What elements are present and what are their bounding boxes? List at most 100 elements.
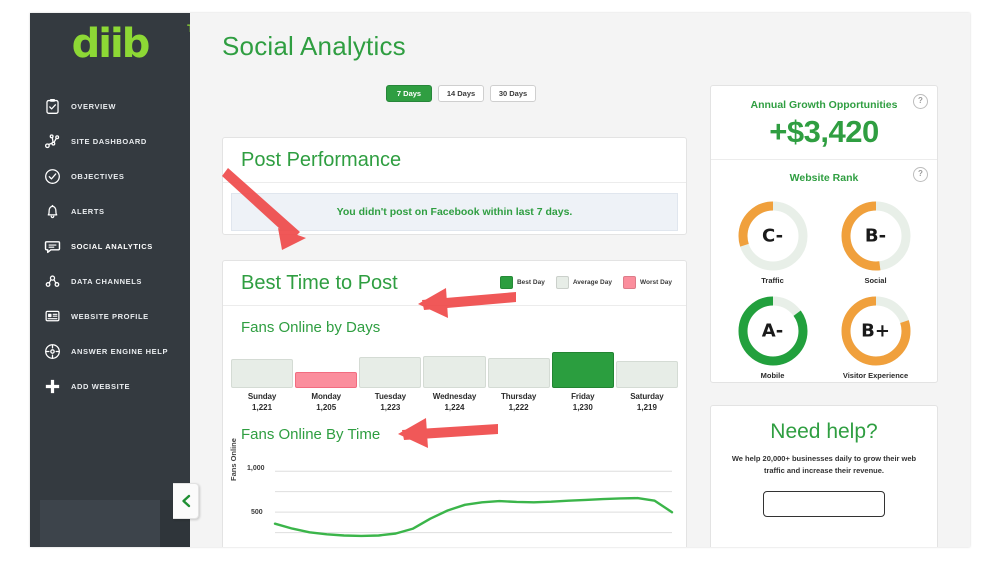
sidebar-item-objectives[interactable]: OBJECTIVES: [30, 159, 190, 194]
main-content: Social Analytics 7 Days 14 Days 30 Days Po…: [190, 13, 970, 547]
post-performance-card: Post Performance You didn't post on Face…: [222, 137, 687, 235]
bar-day-label: Sunday: [247, 392, 277, 401]
bar-column[interactable]: Saturday 1,219: [615, 348, 678, 412]
bar-value-label: 1,230: [572, 403, 593, 412]
logo-text: diib: [71, 21, 151, 67]
sidebar-item-label: ADD WEBSITE: [71, 382, 131, 391]
bar-slot: [359, 348, 422, 388]
need-help-button[interactable]: [763, 491, 885, 517]
gauge-traffic[interactable]: C- Traffic: [721, 194, 824, 285]
question-mark-icon[interactable]: ?: [913, 167, 928, 182]
bar-value-label: 1,223: [380, 403, 401, 412]
gauge-grade: A-: [761, 320, 784, 342]
sidebar-item-answer-engine-help[interactable]: ANSWER ENGINE HELP: [30, 334, 190, 369]
bar-column[interactable]: Sunday 1,221: [231, 348, 294, 412]
sidebar-collapse-button[interactable]: [173, 483, 199, 519]
legend-label: Best Day: [516, 279, 545, 286]
date-range-tabs: 7 Days 14 Days 30 Days: [386, 85, 536, 102]
line-chart-ytick-1000: 1,000: [247, 465, 265, 472]
sidebar-item-label: OVERVIEW: [71, 102, 117, 111]
legend-item-best-day: Best Day: [499, 276, 545, 289]
sidebar-nav: OVERVIEW SITE DASHBOARD OBJECTIVES ALERTS SO…: [30, 89, 190, 404]
best-time-to-post-card: Best Time to Post Best Day Average Day Wor…: [222, 260, 687, 547]
chat-bubble-icon: [43, 237, 62, 256]
sidebar-item-social-analytics[interactable]: SOCIAL ANALYTICS: [30, 229, 190, 264]
bar-thursday: [487, 358, 550, 388]
legend-swatch: [622, 276, 636, 289]
need-help-card: Need help? We help 20,000+ businesses da…: [710, 405, 938, 547]
post-performance-title: Post Performance: [241, 149, 402, 171]
share-nodes-icon: [43, 272, 62, 291]
bar-column[interactable]: Wednesday 1,224: [423, 348, 486, 412]
bar-sunday: [231, 359, 294, 388]
bell-icon: [43, 202, 62, 221]
bar-day-label: Thursday: [501, 392, 537, 401]
sidebar-item-label: WEBSITE PROFILE: [71, 312, 149, 321]
line-chart-svg: [273, 470, 674, 538]
bar-value-label: 1,222: [508, 403, 529, 412]
check-circle-icon: [43, 167, 62, 186]
best-time-title: Best Time to Post: [241, 272, 398, 294]
bar-day-label: Wednesday: [432, 392, 477, 401]
gauge-grade: B-: [864, 225, 887, 247]
logo[interactable]: diib TM: [30, 21, 203, 73]
growth-value: +$3,420: [711, 114, 937, 160]
fans-online-by-days-title: Fans Online by Days: [241, 319, 381, 336]
sidebar-item-overview[interactable]: OVERVIEW: [30, 89, 190, 124]
sidebar-item-label: ANSWER ENGINE HELP: [71, 347, 169, 356]
bar-monday: [295, 372, 358, 388]
post-performance-header: Post Performance: [223, 138, 686, 183]
sidebar-item-website-profile[interactable]: WEBSITE PROFILE: [30, 299, 190, 334]
bar-column[interactable]: Monday 1,205: [295, 348, 358, 412]
sidebar-item-label: SOCIAL ANALYTICS: [71, 242, 153, 251]
fans-online-by-time-title: Fans Online By Time: [241, 426, 381, 443]
bar-column[interactable]: Thursday 1,222: [487, 348, 550, 412]
sidebar-bottom-panel: [40, 500, 160, 547]
page-title: Social Analytics: [222, 31, 406, 61]
plus-icon: [43, 377, 62, 396]
range-tab-7-days[interactable]: 7 Days: [386, 85, 432, 102]
range-tab-14-days[interactable]: 14 Days: [438, 85, 484, 102]
gauge-ring: B+: [834, 289, 918, 373]
bar-column[interactable]: Friday 1,230: [551, 348, 614, 412]
bar-tuesday: [359, 357, 422, 388]
bar-column[interactable]: Tuesday 1,223: [359, 348, 422, 412]
sidebar: diib TM OVERVIEW SITE DASHBOARD OBJECTIVES…: [30, 13, 203, 547]
rank-gauges: C- Traffic B- Social A- Mobile B+ Visitor Exper…: [711, 192, 937, 384]
growth-title: Annual Growth Opportunities: [750, 99, 898, 111]
chevron-left-icon: [181, 494, 190, 508]
post-performance-notice: You didn't post on Facebook within last …: [231, 193, 678, 231]
line-chart-y-axis-label: Fans Online: [229, 438, 238, 481]
gauge-ring: B-: [834, 194, 918, 278]
network-nodes-icon: [43, 132, 62, 151]
screenshot-root: diib TM OVERVIEW SITE DASHBOARD OBJECTIVES…: [0, 0, 1000, 567]
range-tab-30-days[interactable]: 30 Days: [490, 85, 536, 102]
gauge-visitor-experience[interactable]: B+ Visitor Experience: [824, 289, 927, 380]
sidebar-item-site-dashboard[interactable]: SITE DASHBOARD: [30, 124, 190, 159]
bar-slot: [423, 348, 486, 388]
id-card-icon: [43, 307, 62, 326]
gauge-mobile[interactable]: A- Mobile: [721, 289, 824, 380]
bar-wednesday: [423, 356, 486, 388]
gauge-ring: A-: [731, 289, 815, 373]
sidebar-item-add-website[interactable]: ADD WEBSITE: [30, 369, 190, 404]
chart-legend: Best Day Average Day Worst Day: [499, 276, 672, 289]
legend-label: Worst Day: [639, 279, 672, 286]
legend-item-average-day: Average Day: [555, 276, 612, 289]
question-mark-icon[interactable]: ?: [913, 94, 928, 109]
sidebar-item-data-channels[interactable]: DATA CHANNELS: [30, 264, 190, 299]
bar-value-label: 1,205: [316, 403, 337, 412]
legend-label: Average Day: [572, 279, 612, 286]
gauge-grade: C-: [761, 225, 784, 247]
need-help-body: We help 20,000+ businesses daily to grow…: [731, 454, 917, 475]
app-window: diib TM OVERVIEW SITE DASHBOARD OBJECTIVES…: [30, 13, 970, 547]
gauge-social[interactable]: B- Social: [824, 194, 927, 285]
sidebar-item-alerts[interactable]: ALERTS: [30, 194, 190, 229]
bar-day-label: Tuesday: [374, 392, 406, 401]
fans-online-by-days-chart: Sunday 1,221 Monday 1,205 Tuesday 1,223 Wednes…: [223, 336, 686, 412]
sidebar-item-label: SITE DASHBOARD: [71, 137, 147, 146]
bar-value-label: 1,221: [252, 403, 273, 412]
compass-icon: [43, 342, 62, 361]
bar-saturday: [615, 361, 678, 388]
clipboard-check-icon: [43, 97, 62, 116]
